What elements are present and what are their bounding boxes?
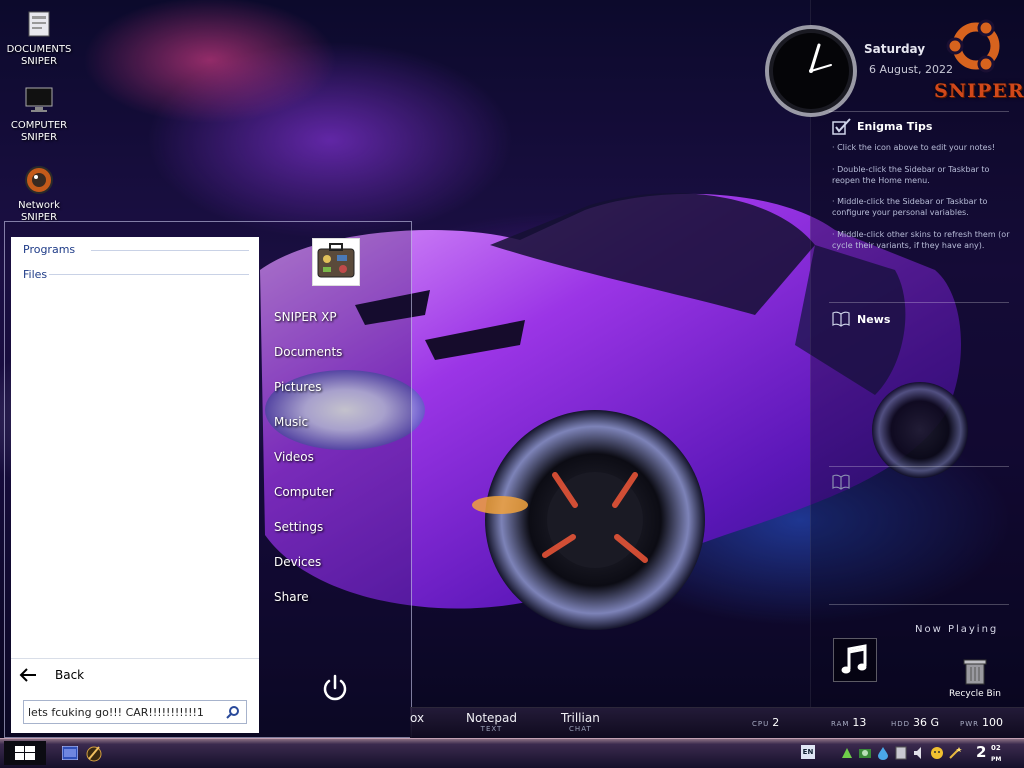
recycle-bin-label: Recycle Bin xyxy=(949,689,1001,699)
dock-bar: ox Notepad TEXT Trillian CHAT CPU 2 RAM 13… xyxy=(410,707,1024,738)
start-menu-left-panel: Programs Files Back xyxy=(11,237,259,733)
divider xyxy=(829,604,1009,605)
tip-text: · Double-click the Sidebar or Taskbar to… xyxy=(832,165,990,185)
date-day: Saturday xyxy=(864,42,926,56)
tip-text: · Click the icon above to edit your note… xyxy=(832,143,995,152)
stat-key: HDD xyxy=(891,720,911,728)
divider xyxy=(829,302,1009,303)
stat-key: PWR xyxy=(960,720,980,728)
dock-app-name: Trillian xyxy=(561,711,600,725)
suitcase-icon xyxy=(317,243,355,278)
tips-title: Enigma Tips xyxy=(857,120,933,133)
stat-pwr: PWR 100 xyxy=(960,716,1003,729)
desktop-icon-label: COMPUTER SNIPER xyxy=(10,120,68,143)
now-playing-title: Now Playing xyxy=(915,624,999,635)
analog-clock xyxy=(765,25,857,117)
water-drop-tray-icon[interactable] xyxy=(876,746,890,760)
divider xyxy=(91,250,249,251)
book-icon[interactable] xyxy=(832,311,850,327)
divider xyxy=(49,274,249,275)
dock-app-notepad[interactable]: Notepad TEXT xyxy=(466,711,517,733)
tray-minute: 02 xyxy=(991,744,1001,752)
section-programs[interactable]: Programs xyxy=(23,243,75,256)
back-button[interactable]: Back xyxy=(11,658,259,690)
search-icon[interactable] xyxy=(226,705,240,719)
dock-app-partial[interactable]: ox xyxy=(410,711,424,725)
stat-value: 2 xyxy=(772,716,780,729)
dock-app-sub: CHAT xyxy=(569,725,592,733)
magic-wand-tray-icon[interactable] xyxy=(948,746,962,760)
stat-value: 13 xyxy=(852,716,867,729)
search-input[interactable] xyxy=(24,701,214,724)
desktop-icon-label: DOCUMENTS SNIPER xyxy=(6,44,72,67)
recycle-bin[interactable]: Recycle Bin xyxy=(944,656,1006,699)
network-icon xyxy=(25,166,53,194)
dock-app-name: Notepad xyxy=(466,711,517,725)
desktop-icon-documents[interactable]: DOCUMENTS SNIPER xyxy=(4,10,74,68)
speaker-tray-icon[interactable] xyxy=(912,746,926,760)
stat-value: 36 G xyxy=(913,716,940,729)
device-tray-icon[interactable] xyxy=(894,746,908,760)
menu-item-computer[interactable]: Computer xyxy=(274,485,334,499)
documents-icon xyxy=(28,11,50,37)
book-icon[interactable] xyxy=(832,474,850,490)
stat-value: 100 xyxy=(982,716,1004,729)
menu-item-share[interactable]: Share xyxy=(274,590,309,604)
tip-text: · Middle-click other skins to refresh th… xyxy=(832,230,1010,250)
desktop-icon-network[interactable]: Network SNIPER xyxy=(4,166,74,224)
date-full: 6 August, 2022 xyxy=(869,63,953,76)
windows-logo-icon xyxy=(15,746,35,760)
news-title: News xyxy=(857,313,891,326)
trash-icon xyxy=(963,659,987,685)
sniper-brand-logo: SNIPER xyxy=(934,80,1024,102)
music-player-button[interactable] xyxy=(833,638,877,682)
app-quill-icon[interactable] xyxy=(85,744,103,762)
language-indicator[interactable]: EN xyxy=(801,745,815,759)
desktop-icon-label: Network SNIPER xyxy=(18,200,60,223)
divider xyxy=(829,111,1009,112)
menu-item-pictures[interactable]: Pictures xyxy=(274,380,322,394)
tray-clock[interactable]: 2 02 PM xyxy=(976,743,1001,763)
smiley-tray-icon[interactable] xyxy=(930,746,944,760)
divider xyxy=(829,466,1009,467)
dock-app-name: ox xyxy=(410,711,425,725)
dock-app-trillian[interactable]: Trillian CHAT xyxy=(561,711,600,733)
tray-ampm: PM xyxy=(991,756,1002,763)
menu-item-settings[interactable]: Settings xyxy=(274,520,323,534)
start-menu: Programs Files Back SNIPER XP Documents … xyxy=(4,221,412,738)
checkbox-notes-icon[interactable] xyxy=(832,118,852,135)
power-icon[interactable] xyxy=(319,672,351,704)
dock-app-sub: TEXT xyxy=(480,725,503,733)
search-box[interactable] xyxy=(23,700,247,724)
section-files[interactable]: Files xyxy=(23,268,47,281)
ubuntu-logo-icon xyxy=(946,19,1000,73)
menu-item-videos[interactable]: Videos xyxy=(274,450,314,464)
user-avatar[interactable] xyxy=(312,238,360,286)
desktop-icon-computer[interactable]: COMPUTER SNIPER xyxy=(4,86,74,144)
music-note-icon xyxy=(841,644,867,674)
computer-icon xyxy=(25,87,53,112)
stat-ram: RAM 13 xyxy=(831,716,866,729)
tray-hour: 2 xyxy=(976,743,987,761)
tip-text: · Middle-click the Sidebar or Taskbar to… xyxy=(832,197,988,217)
security-tray-icon[interactable] xyxy=(858,746,872,760)
stat-cpu: CPU 2 xyxy=(752,716,779,729)
menu-item-music[interactable]: Music xyxy=(274,415,308,429)
menu-item-sniper-xp[interactable]: SNIPER XP xyxy=(274,310,337,324)
menu-item-devices[interactable]: Devices xyxy=(274,555,321,569)
back-label: Back xyxy=(55,668,85,682)
stat-key: RAM xyxy=(831,720,850,728)
arrow-left-icon xyxy=(19,668,36,682)
network-tray-icon[interactable] xyxy=(840,746,854,760)
stat-key: CPU xyxy=(752,720,770,728)
show-desktop-icon[interactable] xyxy=(62,746,78,760)
stat-hdd: HDD 36 G xyxy=(891,716,939,729)
taskbar: EN 2 02 PM xyxy=(0,738,1024,768)
menu-item-documents[interactable]: Documents xyxy=(274,345,342,359)
start-button[interactable] xyxy=(4,741,46,765)
